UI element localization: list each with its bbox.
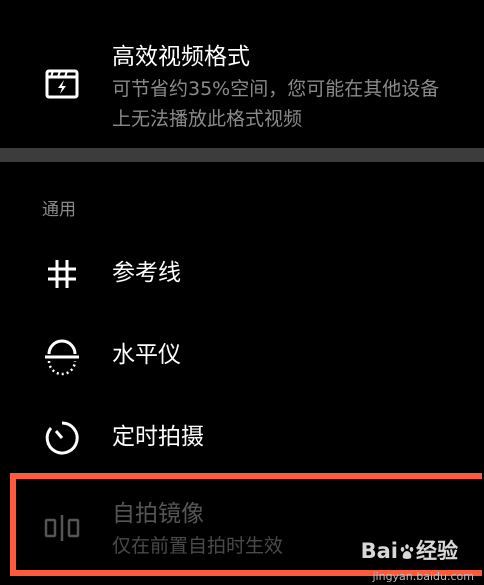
level-icon xyxy=(40,334,84,378)
setting-grid[interactable]: 参考线 xyxy=(0,236,484,312)
section-divider xyxy=(0,148,484,162)
setting-level[interactable]: 水平仪 xyxy=(0,318,484,394)
level-title: 水平仪 xyxy=(112,342,181,368)
setting-hevc[interactable]: 高效视频格式 可节省约35%空间，您可能在其他设备 上无法播放此格式视频 xyxy=(0,0,484,148)
timer-icon xyxy=(40,416,84,460)
hevc-description-line1: 可节省约35%空间，您可能在其他设备 xyxy=(112,78,440,100)
hevc-description-line2: 上无法播放此格式视频 xyxy=(112,108,303,130)
section-label-general: 通用 xyxy=(42,200,76,220)
baidu-paw-icon xyxy=(400,544,414,559)
setting-timer[interactable]: 定时拍摄 xyxy=(0,400,484,476)
grid-icon xyxy=(40,252,84,296)
baidu-jingyan-watermark: Bai 经验 jingyan.baidu.com xyxy=(350,535,480,583)
hevc-title: 高效视频格式 xyxy=(112,44,250,70)
watermark-logo: Bai 经验 xyxy=(361,535,458,565)
watermark-brand: Bai xyxy=(360,539,398,563)
video-format-icon xyxy=(40,62,84,106)
watermark-brand-suffix: 经验 xyxy=(416,539,458,563)
grid-title: 参考线 xyxy=(112,260,181,286)
timer-title: 定时拍摄 xyxy=(112,424,204,450)
watermark-url: jingyan.baidu.com xyxy=(372,570,474,583)
